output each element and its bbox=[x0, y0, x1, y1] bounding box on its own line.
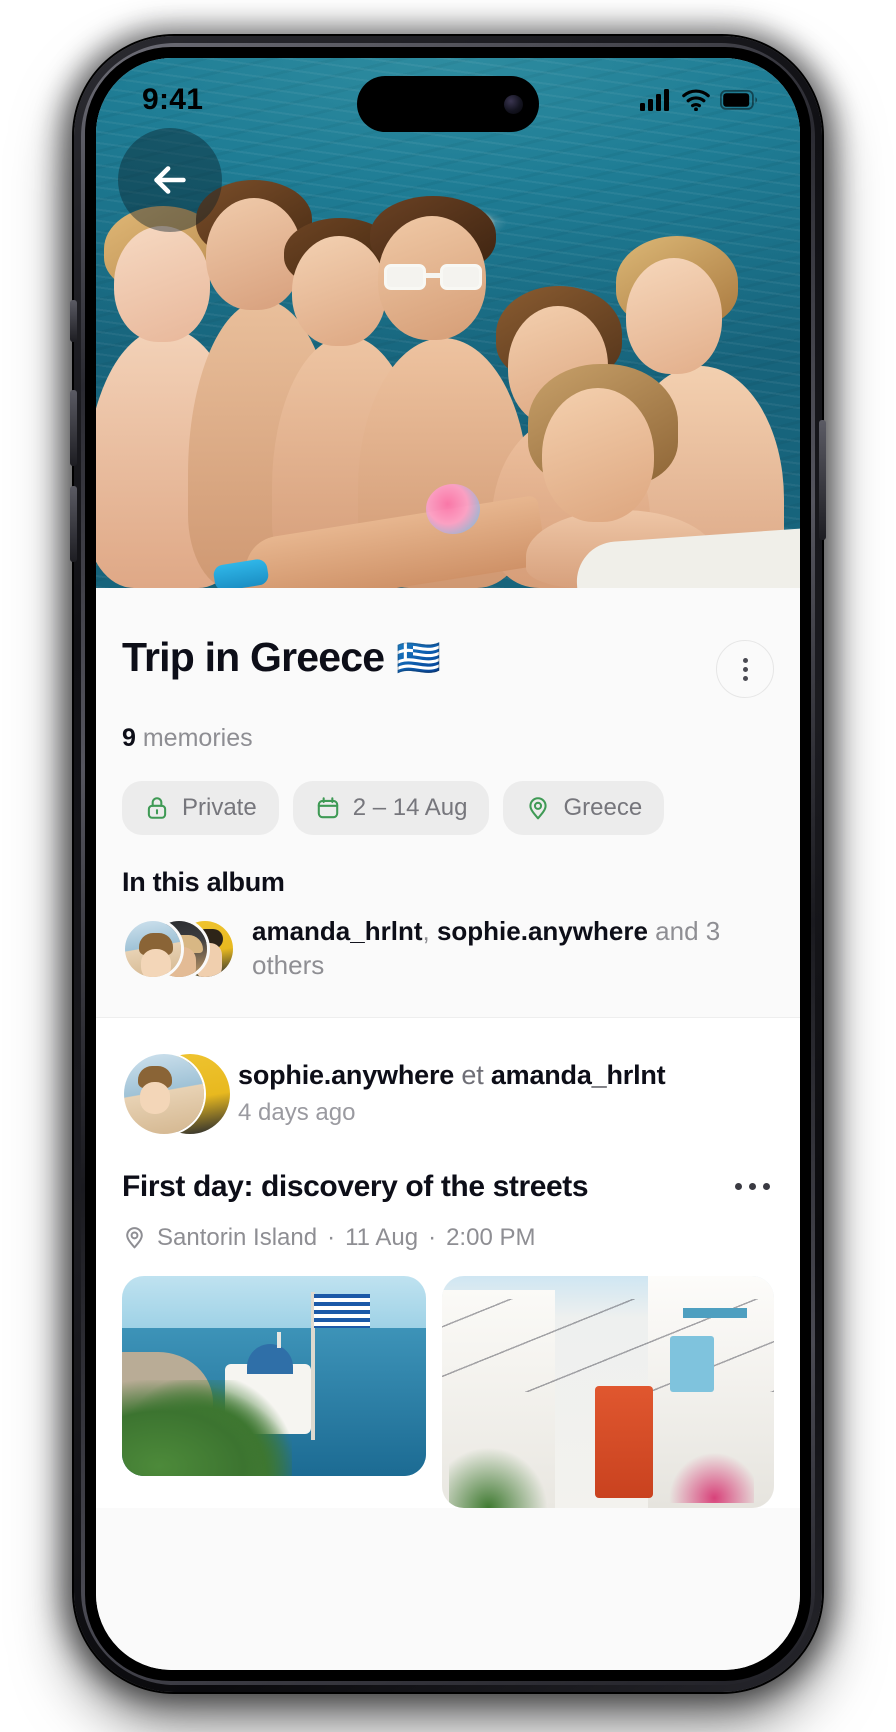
avatar-sophie-post bbox=[122, 1051, 206, 1136]
post-title: First day: discovery of the streets bbox=[122, 1169, 589, 1203]
person-7-face bbox=[542, 388, 654, 522]
green-plant bbox=[448, 1447, 549, 1508]
screenshot-stage: 9:41 Trip in Greece 🇬🇷 9 memories Privat… bbox=[0, 0, 896, 1732]
post-date: 11 Aug bbox=[345, 1223, 419, 1251]
memories-label: memories bbox=[142, 724, 253, 752]
chip-location-label: Greece bbox=[563, 794, 643, 821]
status-bar-indicators bbox=[640, 89, 758, 111]
arrow-left-icon bbox=[154, 166, 186, 194]
chip-privacy[interactable]: Private bbox=[122, 781, 279, 835]
church-cross bbox=[277, 1331, 282, 1348]
post-author-names: sophie.anywhere et amanda_hrlnt bbox=[238, 1060, 666, 1091]
avatar-amanda bbox=[122, 918, 184, 980]
sunglasses-icon bbox=[384, 264, 482, 290]
post-author-info: sophie.anywhere et amanda_hrlnt 4 days a… bbox=[238, 1060, 666, 1127]
map-pin-icon bbox=[529, 797, 548, 820]
person-3-face bbox=[292, 236, 386, 346]
back-button[interactable] bbox=[118, 128, 222, 232]
red-door bbox=[594, 1386, 653, 1499]
volume-up-button[interactable] bbox=[70, 390, 77, 466]
pink-flowers bbox=[654, 1451, 755, 1503]
more-vertical-icon bbox=[742, 657, 748, 663]
chip-privacy-label: Private bbox=[182, 794, 257, 821]
calendar-icon bbox=[317, 797, 338, 819]
album-cover-photo[interactable] bbox=[96, 58, 800, 588]
meta-dot-1: · bbox=[327, 1223, 336, 1251]
status-bar-time: 9:41 bbox=[142, 83, 204, 116]
person-6-face bbox=[626, 258, 722, 374]
power-button[interactable] bbox=[819, 420, 826, 540]
post-options-button[interactable] bbox=[731, 1173, 774, 1200]
album-options-button[interactable] bbox=[716, 640, 774, 698]
chip-date-range[interactable]: 2 – 14 Aug bbox=[292, 781, 490, 835]
page-title: Trip in Greece 🇬🇷 bbox=[122, 634, 441, 681]
phone-screen: 9:41 Trip in Greece 🇬🇷 9 memories Privat… bbox=[96, 58, 800, 1670]
album-members-text: amanda_hrlnt, sophie.anywhere and 3 othe… bbox=[252, 914, 774, 983]
cellular-signal-icon bbox=[640, 89, 669, 111]
mute-switch[interactable] bbox=[70, 300, 77, 342]
lock-icon bbox=[147, 797, 167, 819]
map-pin-icon bbox=[126, 1227, 143, 1249]
more-horizontal-icon bbox=[735, 1183, 742, 1191]
greek-flag bbox=[313, 1293, 370, 1328]
in-this-album-heading: In this album bbox=[122, 867, 285, 897]
post-location: Santorin Island bbox=[157, 1223, 318, 1251]
album-title-row: Trip in Greece 🇬🇷 bbox=[122, 634, 774, 698]
post-author-row[interactable]: sophie.anywhere et amanda_hrlnt 4 days a… bbox=[122, 1051, 774, 1136]
photo-mykonos-street[interactable] bbox=[442, 1275, 774, 1508]
post-author-conjunction: et bbox=[461, 1060, 484, 1091]
member-name-2: sophie.anywhere bbox=[436, 916, 648, 946]
cactus-plants bbox=[122, 1379, 293, 1476]
person-1-face bbox=[114, 226, 210, 342]
post-author-1: sophie.anywhere bbox=[238, 1060, 455, 1091]
chip-date-range-label: 2 – 14 Aug bbox=[352, 794, 468, 821]
chip-location[interactable]: Greece bbox=[503, 781, 665, 835]
album-metadata-chips: Private 2 – 14 Aug Greece bbox=[122, 781, 774, 835]
album-title-text: Trip in Greece bbox=[122, 634, 385, 680]
front-camera-icon bbox=[504, 94, 523, 114]
battery-icon bbox=[720, 90, 758, 110]
content-sheet: Trip in Greece 🇬🇷 9 memories Private 2 –… bbox=[96, 588, 800, 1670]
friends-group bbox=[96, 180, 800, 588]
post-avatar-stack bbox=[122, 1051, 232, 1136]
dynamic-island bbox=[357, 76, 539, 132]
memories-count: 9 bbox=[122, 724, 136, 752]
blue-balcony bbox=[683, 1308, 748, 1319]
blue-window bbox=[670, 1335, 715, 1392]
meta-dot-2: · bbox=[428, 1223, 437, 1251]
memories-count-line: 9 memories bbox=[122, 724, 774, 753]
volume-down-button[interactable] bbox=[70, 486, 77, 562]
album-info-block: Trip in Greece 🇬🇷 9 memories Private 2 –… bbox=[96, 588, 800, 1017]
greece-flag-icon: 🇬🇷 bbox=[396, 636, 441, 678]
wifi-icon bbox=[682, 89, 710, 111]
temporary-tattoo bbox=[426, 484, 480, 534]
post-title-row: First day: discovery of the streets bbox=[122, 1170, 774, 1204]
member-avatar-stack bbox=[122, 918, 236, 980]
post-metadata: Santorin Island · 11 Aug · 2:00 PM bbox=[122, 1224, 774, 1252]
member-name-1: amanda_hrlnt bbox=[252, 916, 423, 946]
post-photo-grid bbox=[122, 1275, 774, 1508]
post-time-of-day: 2:00 PM bbox=[446, 1223, 536, 1251]
memory-post-card: sophie.anywhere et amanda_hrlnt 4 days a… bbox=[96, 1017, 800, 1508]
photo-santorini-church[interactable] bbox=[122, 1275, 427, 1476]
member-separator: , bbox=[422, 916, 437, 946]
post-author-2: amanda_hrlnt bbox=[490, 1060, 666, 1091]
album-members-row[interactable]: amanda_hrlnt, sophie.anywhere and 3 othe… bbox=[122, 914, 774, 1017]
post-timestamp: 4 days ago bbox=[238, 1099, 356, 1127]
